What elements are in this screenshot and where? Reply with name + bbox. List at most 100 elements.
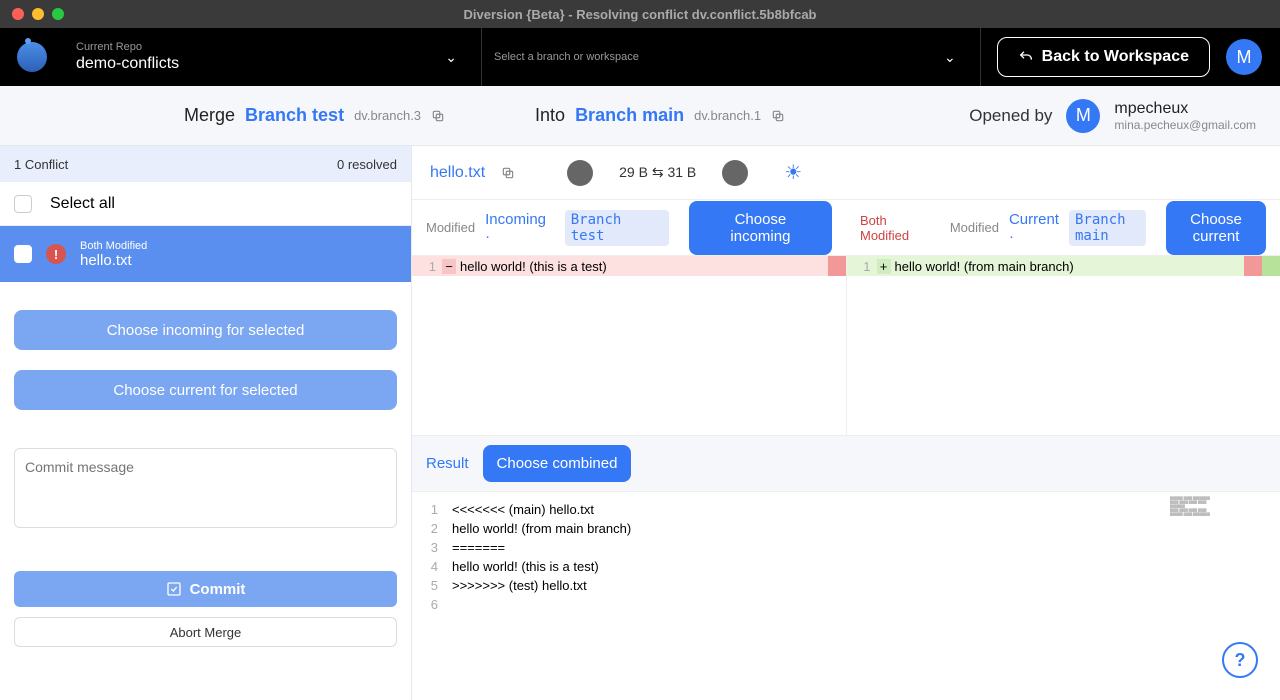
source-branch-link[interactable]: Branch test: [245, 105, 344, 126]
user-avatar[interactable]: M: [1226, 39, 1262, 75]
minimap[interactable]: ██████ ████ ████████████ ████ ████ █████…: [1170, 496, 1270, 546]
line-content: hello world! (this is a test): [452, 559, 599, 574]
opened-by: Opened by M mpecheux mina.pecheux@gmail.…: [969, 99, 1256, 133]
author-avatar[interactable]: M: [1066, 99, 1100, 133]
merge-target: Into Branch main dv.branch.1: [535, 105, 785, 126]
branch-selector[interactable]: Select a branch or workspace ⌄: [482, 28, 981, 86]
maximize-window-icon[interactable]: [52, 8, 64, 20]
line-content: hello world! (from main branch): [452, 521, 631, 536]
back-to-workspace-button[interactable]: Back to Workspace: [997, 37, 1210, 77]
result-line: 2hello world! (from main branch): [412, 519, 1280, 538]
result-line: 5>>>>>>> (test) hello.txt: [412, 576, 1280, 595]
top-nav: Current Repo demo-conflicts ⌄ Select a b…: [0, 28, 1280, 86]
commit-message-input[interactable]: [14, 448, 397, 528]
back-label: Back to Workspace: [1042, 48, 1189, 66]
help-button[interactable]: ?: [1222, 642, 1258, 678]
result-line: 4hello world! (this is a test): [412, 557, 1280, 576]
app-logo-icon[interactable]: [17, 42, 47, 72]
copy-icon[interactable]: [501, 166, 515, 180]
result-line: 1<<<<<<< (main) hello.txt: [412, 500, 1280, 519]
current-branch-chip: Branch main: [1069, 210, 1146, 246]
line-content: hello world! (this is a test): [456, 259, 846, 274]
branch-placeholder: Select a branch or workspace: [494, 51, 932, 63]
merge-label: Merge: [184, 105, 235, 126]
download-left-button[interactable]: [567, 160, 593, 186]
select-all-checkbox[interactable]: [14, 195, 32, 213]
gutter-marker: [828, 256, 846, 276]
repo-selector[interactable]: Current Repo demo-conflicts ⌄: [64, 28, 482, 86]
file-name: hello.txt: [80, 252, 147, 269]
copy-icon[interactable]: [431, 109, 445, 123]
line-number: 1: [847, 259, 877, 274]
result-editor[interactable]: ██████ ████ ████████████ ████ ████ █████…: [412, 492, 1280, 700]
result-line: 6: [412, 595, 1280, 614]
select-all-row: Select all: [0, 182, 411, 226]
commit-label: Commit: [190, 581, 246, 598]
incoming-branch-chip: Branch test: [565, 210, 669, 246]
logo-cell: [0, 42, 64, 72]
diff-panes: 1 − hello world! (this is a test) 1 + he…: [412, 256, 1280, 436]
line-number: 3: [412, 540, 452, 555]
modified-label: Modified: [426, 220, 475, 235]
choose-incoming-selected-button[interactable]: Choose incoming for selected: [14, 310, 397, 350]
diff-line: 1 + hello world! (from main branch): [847, 256, 1280, 276]
titlebar: Diversion {Beta} - Resolving conflict dv…: [0, 0, 1280, 28]
opened-by-label: Opened by: [969, 106, 1052, 126]
commit-button[interactable]: Commit: [14, 571, 397, 607]
line-content: hello world! (from main branch): [891, 259, 1280, 274]
source-branch-id: dv.branch.3: [354, 108, 421, 123]
both-modified-label: Both Modified: [860, 213, 916, 243]
line-number: 4: [412, 559, 452, 574]
undo-icon: [1018, 49, 1034, 65]
theme-toggle-icon[interactable]: ☀: [784, 160, 802, 185]
into-label: Into: [535, 105, 565, 126]
line-number: 1: [412, 502, 452, 517]
download-icon: [574, 167, 586, 179]
file-toolbar: hello.txt 29 B ⇆ 31 B ☀: [412, 146, 1280, 200]
conflict-file-row[interactable]: ! Both Modified hello.txt: [0, 226, 411, 282]
repo-name: demo-conflicts: [76, 55, 433, 73]
diff-file-name[interactable]: hello.txt: [430, 164, 485, 182]
current-pane[interactable]: 1 + hello world! (from main branch): [846, 256, 1280, 435]
target-branch-link[interactable]: Branch main: [575, 105, 684, 126]
incoming-title: Incoming ·: [485, 211, 555, 245]
choose-combined-button[interactable]: Choose combined: [483, 445, 632, 482]
download-right-button[interactable]: [722, 160, 748, 186]
merge-source: Merge Branch test dv.branch.3: [184, 105, 445, 126]
traffic-lights: [12, 8, 64, 20]
target-branch-id: dv.branch.1: [694, 108, 761, 123]
conflict-badge-icon: !: [46, 244, 66, 264]
result-label: Result: [426, 455, 469, 472]
download-icon: [729, 167, 741, 179]
diff-headers: Modified Incoming · Branch test Choose i…: [412, 200, 1280, 256]
line-content: <<<<<<< (main) hello.txt: [452, 502, 594, 517]
minimize-window-icon[interactable]: [32, 8, 44, 20]
diff-marker: +: [877, 259, 891, 274]
copy-icon[interactable]: [771, 109, 785, 123]
file-checkbox[interactable]: [14, 245, 32, 263]
chevron-down-icon[interactable]: ⌄: [932, 49, 968, 66]
incoming-pane[interactable]: 1 − hello world! (this is a test): [412, 256, 846, 435]
close-window-icon[interactable]: [12, 8, 24, 20]
file-status: Both Modified: [80, 240, 147, 252]
chevron-down-icon[interactable]: ⌄: [433, 49, 469, 66]
file-sizes: 29 B ⇆ 31 B: [619, 164, 696, 181]
choose-current-selected-button[interactable]: Choose current for selected: [14, 370, 397, 410]
current-title: Current ·: [1009, 211, 1059, 245]
author-email: mina.pecheux@gmail.com: [1114, 118, 1256, 132]
line-number: 5: [412, 578, 452, 593]
author-name: mpecheux: [1114, 100, 1256, 118]
result-toolbar: Result Choose combined: [412, 436, 1280, 492]
incoming-header: Modified Incoming · Branch test Choose i…: [412, 200, 846, 255]
conflict-sidebar: 1 Conflict 0 resolved Select all ! Both …: [0, 146, 412, 700]
conflict-summary-bar: 1 Conflict 0 resolved: [0, 146, 411, 182]
line-number: 1: [412, 259, 442, 274]
choose-incoming-button[interactable]: Choose incoming: [689, 201, 832, 255]
line-number: 2: [412, 521, 452, 536]
select-all-label: Select all: [50, 195, 115, 213]
line-number: 6: [412, 597, 452, 612]
resolved-count: 0 resolved: [337, 157, 397, 172]
abort-merge-button[interactable]: Abort Merge: [14, 617, 397, 647]
choose-current-button[interactable]: Choose current: [1166, 201, 1266, 255]
repo-label: Current Repo: [76, 41, 433, 53]
